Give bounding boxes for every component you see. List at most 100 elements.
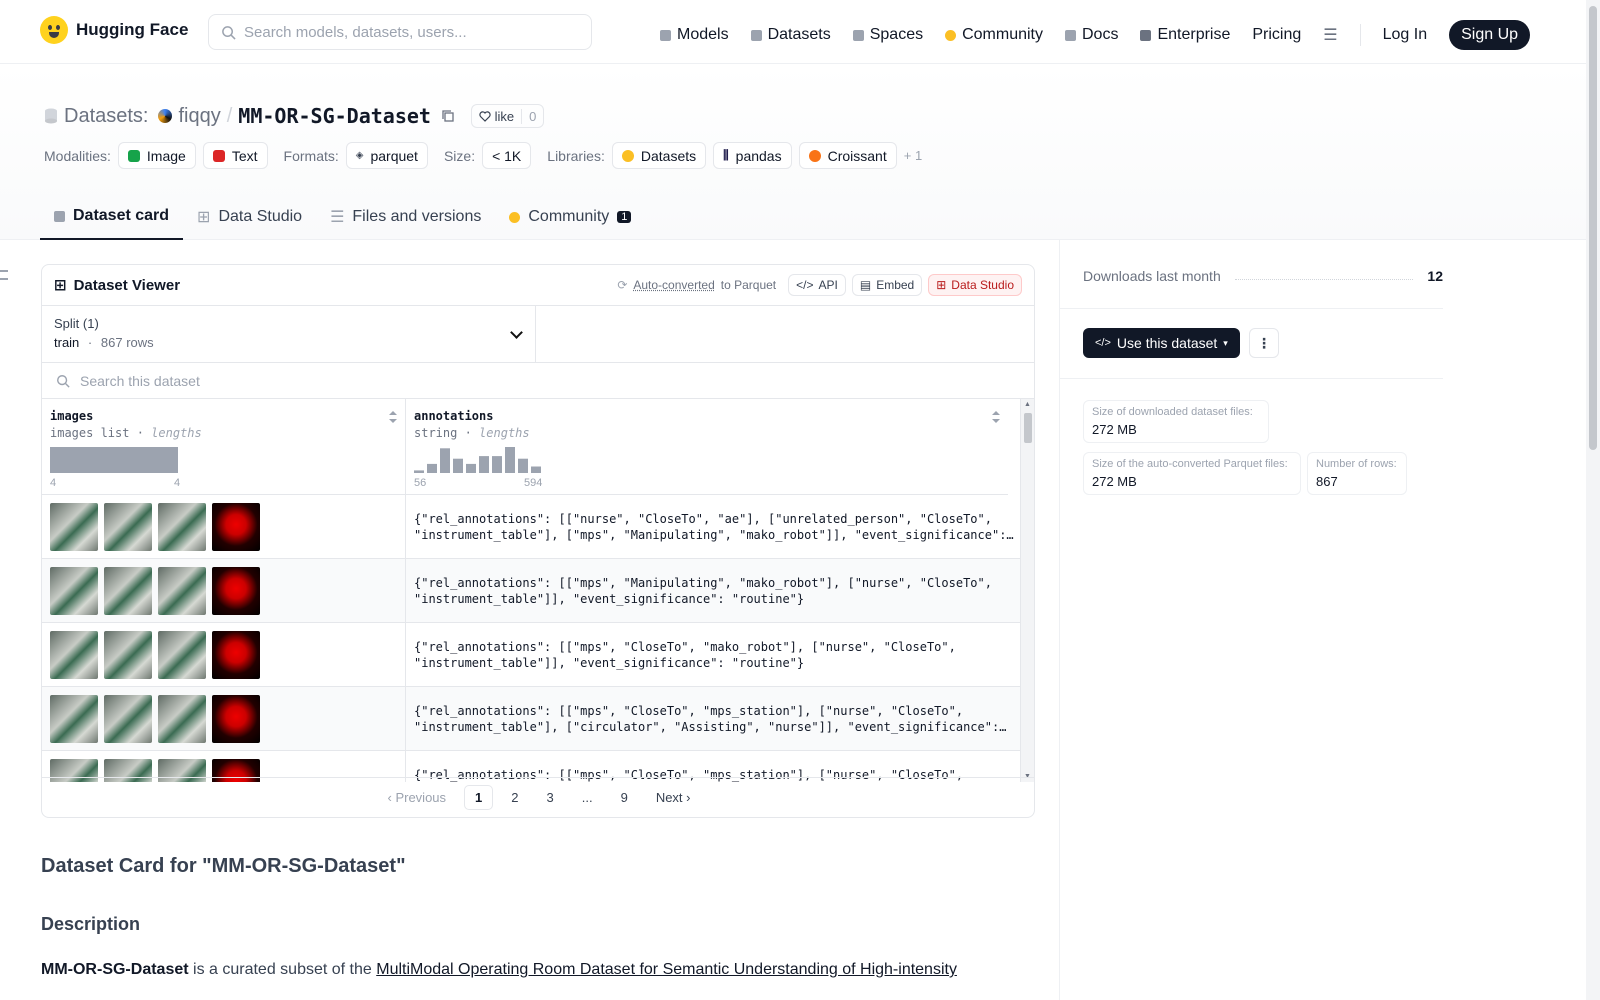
tag-text[interactable]: Text	[202, 142, 268, 169]
page-scrollbar-thumb[interactable]	[1589, 6, 1597, 450]
embed-button[interactable]: ▤ Embed	[851, 274, 923, 296]
operating-room-thumbnail[interactable]	[50, 631, 98, 679]
tab-community[interactable]: Community 1	[495, 194, 645, 240]
dataset-search-input[interactable]	[80, 372, 480, 389]
repo-name[interactable]: MM-OR-SG-Dataset	[238, 104, 431, 128]
segmentation-thumbnail[interactable]	[212, 695, 260, 743]
tab-files-and-versions[interactable]: ☰ Files and versions	[316, 194, 495, 240]
annotations-cell[interactable]: {"rel_annotations": [["mps", "CloseTo", …	[406, 687, 1022, 751]
nav-datasets[interactable]: Datasets	[750, 26, 831, 44]
stat-label: Number of rows:	[1316, 458, 1397, 470]
operating-room-thumbnail[interactable]	[50, 695, 98, 743]
owner-link[interactable]: fiqqy	[178, 105, 220, 128]
nav-models[interactable]: Models	[660, 26, 729, 44]
nav-spaces[interactable]: Spaces	[852, 26, 923, 44]
images-cell	[42, 559, 406, 623]
pandas-icon: ⫼	[723, 148, 729, 162]
histogram-bar[interactable]	[505, 447, 515, 473]
use-this-dataset-button[interactable]: </> Use this dataset ▾	[1083, 328, 1240, 358]
operating-room-thumbnail[interactable]	[104, 695, 152, 743]
more-options-button[interactable]: ⋮	[1249, 328, 1279, 358]
more-libraries[interactable]: + 1	[904, 148, 922, 163]
operating-room-thumbnail[interactable]	[158, 567, 206, 615]
api-button[interactable]: </> API	[788, 274, 846, 296]
brand-logo[interactable]: Hugging Face	[40, 16, 188, 44]
nav-enterprise[interactable]: Enterprise	[1140, 26, 1230, 44]
tag-pandas[interactable]: ⫼ pandas	[713, 142, 792, 169]
tag-croissant-label: Croissant	[827, 147, 887, 164]
split-selector[interactable]: Split (1) train · 867 rows	[42, 306, 536, 362]
signup-button[interactable]: Sign Up	[1449, 20, 1531, 50]
nav-label: Docs	[1082, 26, 1119, 43]
histogram-bar[interactable]	[440, 448, 450, 473]
page-1[interactable]: 1	[464, 785, 494, 810]
sort-icon[interactable]	[389, 411, 397, 423]
operating-room-thumbnail[interactable]	[158, 503, 206, 551]
tag-croissant[interactable]: Croissant	[798, 142, 897, 169]
global-search-input[interactable]	[244, 23, 574, 41]
global-search[interactable]	[208, 14, 592, 50]
column-header-annotations[interactable]: annotations string · lengths 56 594	[406, 399, 1008, 495]
table-row[interactable]: {"rel_annotations": [["mps", "Manipulati…	[42, 559, 1022, 623]
histogram-bar[interactable]	[479, 456, 489, 473]
histogram-bar[interactable]	[453, 458, 463, 473]
operating-room-thumbnail[interactable]	[50, 503, 98, 551]
operating-room-thumbnail[interactable]	[104, 631, 152, 679]
nav-community[interactable]: Community	[945, 26, 1043, 44]
tab-dataset-card[interactable]: Dataset card	[40, 194, 184, 240]
page-3[interactable]: 3	[537, 786, 564, 809]
annotations-cell[interactable]: {"rel_annotations": [["nurse", "CloseTo"…	[406, 495, 1022, 559]
dataset-search[interactable]	[42, 363, 1034, 399]
segmentation-thumbnail[interactable]	[212, 631, 260, 679]
like-button[interactable]: like 0	[470, 104, 545, 128]
tag-size[interactable]: < 1K	[482, 142, 532, 169]
stat-label: Size of the auto-converted Parquet files…	[1092, 458, 1288, 470]
table-row[interactable]: {"rel_annotations": [["mps", "CloseTo", …	[42, 623, 1022, 687]
segmentation-thumbnail[interactable]	[212, 503, 260, 551]
operating-room-thumbnail[interactable]	[104, 503, 152, 551]
code-icon: </>	[1095, 337, 1111, 349]
dataset-tags: Modalities: Image Text Formats: ◈ parquet…	[44, 142, 922, 169]
table-row[interactable]: {"rel_annotations": [["nurse", "CloseTo"…	[42, 495, 1022, 559]
page-2[interactable]: 2	[501, 786, 528, 809]
table-scrollbar-thumb[interactable]	[1024, 413, 1032, 443]
segmentation-thumbnail[interactable]	[212, 567, 260, 615]
previous-page-button[interactable]: ‹ Previous	[378, 786, 457, 809]
tag-image[interactable]: Image	[117, 142, 196, 169]
next-page-button[interactable]: Next ›	[646, 786, 701, 809]
login-link[interactable]: Log In	[1383, 26, 1427, 44]
histogram-bar[interactable]	[466, 463, 476, 473]
histogram-bar[interactable]	[531, 466, 541, 474]
column-header-images[interactable]: images images list · lengths 4 4	[42, 399, 406, 495]
histogram-bar[interactable]	[50, 447, 178, 473]
menu-icon[interactable]: ☰	[1323, 25, 1337, 45]
page-9[interactable]: 9	[611, 786, 638, 809]
histogram-bar[interactable]	[427, 463, 437, 473]
data-studio-button[interactable]: ⊞ Data Studio	[928, 274, 1022, 296]
annotations-cell[interactable]: {"rel_annotations": [["mps", "CloseTo", …	[406, 623, 1022, 687]
operating-room-thumbnail[interactable]	[104, 567, 152, 615]
operating-room-thumbnail[interactable]	[158, 631, 206, 679]
histogram-bar[interactable]	[414, 470, 424, 473]
repo-type-link[interactable]: Datasets:	[64, 105, 148, 128]
nav-docs[interactable]: Docs	[1065, 26, 1118, 44]
copy-icon[interactable]	[441, 109, 455, 123]
table-row[interactable]: {"rel_annotations": [["mps", "CloseTo", …	[42, 687, 1022, 751]
auto-converted-link[interactable]: Auto-converted	[633, 278, 714, 292]
tag-datasets[interactable]: Datasets	[611, 142, 707, 169]
split-value: train · 867 rows	[54, 335, 523, 350]
tab-data-studio[interactable]: ⊞ Data Studio	[183, 194, 316, 240]
scroll-up-icon[interactable]: ▲	[1024, 401, 1031, 408]
annotations-cell[interactable]: {"rel_annotations": [["mps", "Manipulati…	[406, 559, 1022, 623]
table-scrollbar[interactable]: ▲ ▼	[1020, 399, 1034, 782]
histogram-bar[interactable]	[492, 456, 502, 473]
sidebar-toggle-icon[interactable]	[0, 270, 8, 280]
mm-or-dataset-link[interactable]: MultiModal Operating Room Dataset for Se…	[376, 961, 957, 978]
sort-icon[interactable]	[992, 411, 1000, 423]
operating-room-thumbnail[interactable]	[50, 567, 98, 615]
page-scrollbar[interactable]	[1586, 0, 1600, 1000]
operating-room-thumbnail[interactable]	[158, 695, 206, 743]
tag-parquet[interactable]: ◈ parquet	[345, 142, 428, 169]
histogram-bar[interactable]	[518, 458, 528, 473]
nav-pricing[interactable]: Pricing	[1252, 26, 1301, 44]
